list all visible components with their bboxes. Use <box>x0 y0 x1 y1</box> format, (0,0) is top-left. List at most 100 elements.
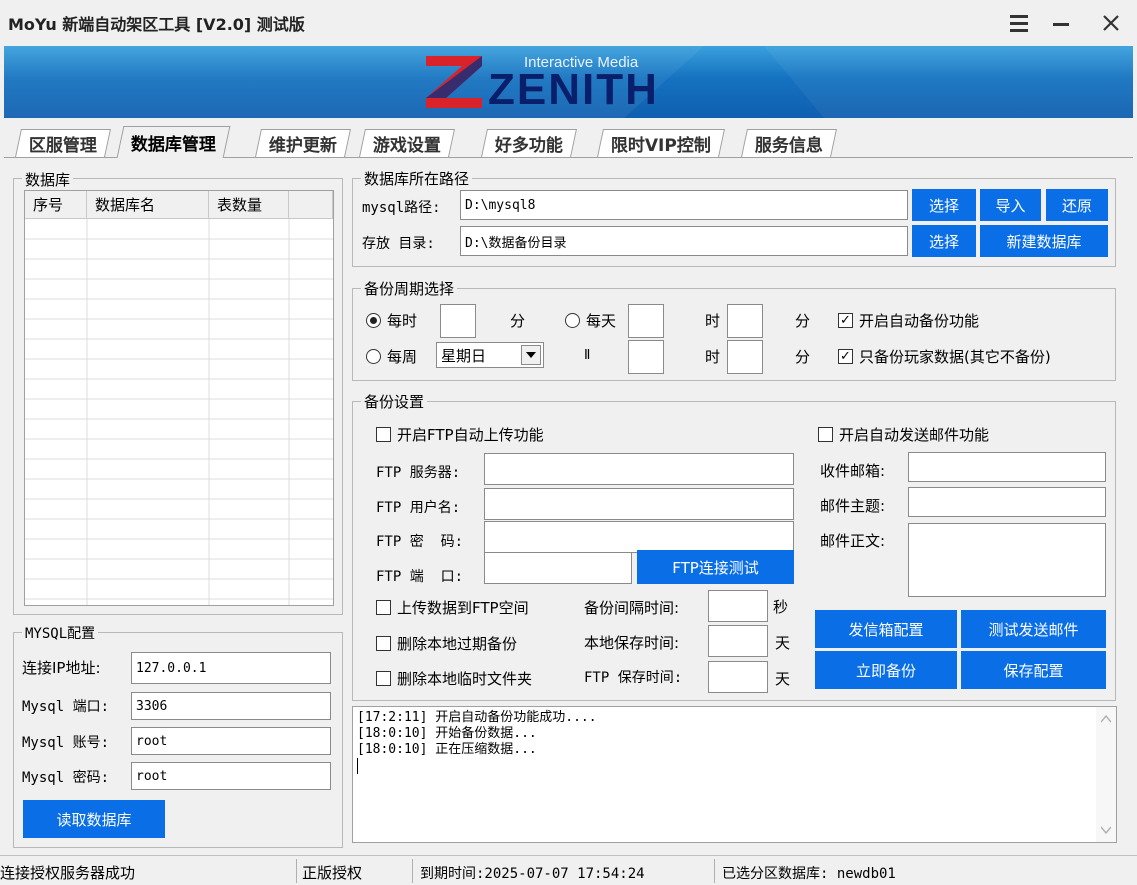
mail-body-textarea[interactable] <box>908 523 1106 597</box>
mail-to-label: 收件邮箱: <box>820 462 886 480</box>
password-label: Mysql 密码: <box>22 770 110 786</box>
ftp-server-input[interactable] <box>484 453 794 485</box>
daily-hour-input[interactable] <box>628 304 664 338</box>
checkbox-checked-icon: ✓ <box>838 313 853 328</box>
ftp-user-input[interactable] <box>484 488 794 520</box>
daily-hour-unit: 时 <box>705 312 721 330</box>
log-panel[interactable]: [17:2:11] 开启自动备份功能成功.... [18:0:10] 开始备份数… <box>352 706 1117 843</box>
text-cursor <box>357 758 358 774</box>
log-scrollbar[interactable] <box>1096 707 1116 842</box>
mail-body-label: 邮件正文: <box>820 532 886 550</box>
interval-label: 备份间隔时间: <box>584 599 680 617</box>
daily-minute-input[interactable] <box>727 304 763 338</box>
select-store-dir-button[interactable]: 选择 <box>912 225 976 257</box>
status-divider <box>296 859 297 883</box>
weekday-value: 星期日 <box>441 346 487 365</box>
hourly-minute-input[interactable] <box>440 304 476 338</box>
local-keep-label: 本地保存时间: <box>584 634 680 652</box>
mail-to-input[interactable] <box>908 452 1106 482</box>
log-line: [18:0:10] 开始备份数据... <box>357 726 537 741</box>
minimize-icon <box>1053 23 1069 26</box>
ftp-keep-unit: 天 <box>775 670 791 688</box>
user-input[interactable]: root <box>131 727 331 755</box>
checkbox-checked-icon: ✓ <box>838 349 853 364</box>
ftp-port-input[interactable] <box>484 552 632 584</box>
radio-selected-icon <box>366 313 381 328</box>
tab-server-manage[interactable]: 区服管理 <box>15 129 111 157</box>
zenith-z-logo-icon <box>426 56 482 108</box>
ftp-test-button[interactable]: FTP连接测试 <box>637 550 794 584</box>
delete-expired-checkbox[interactable]: 删除本地过期备份 <box>376 633 517 654</box>
port-input[interactable]: 3306 <box>131 692 331 720</box>
minimize-button[interactable] <box>1044 6 1078 40</box>
database-table[interactable]: 序号 数据库名 表数量 <box>24 190 334 606</box>
banner-brand: ZENITH <box>488 68 659 112</box>
menu-button[interactable] <box>1002 6 1036 40</box>
tab-game-settings[interactable]: 游戏设置 <box>359 129 455 157</box>
tab-database-manage[interactable]: 数据库管理 <box>116 126 231 158</box>
col-header-index[interactable]: 序号 <box>25 191 87 219</box>
col-header-tablecount[interactable]: 表数量 <box>209 191 289 219</box>
save-config-button[interactable]: 保存配置 <box>961 651 1106 689</box>
weekly-hour-input[interactable] <box>628 340 664 374</box>
select-mysql-path-button[interactable]: 选择 <box>912 189 976 221</box>
weekly-minute-input[interactable] <box>727 340 763 374</box>
mail-config-button[interactable]: 发信箱配置 <box>815 610 957 648</box>
database-group-label: 数据库 <box>22 169 74 190</box>
password-input[interactable]: root <box>131 762 331 790</box>
mail-enable-checkbox[interactable]: 开启自动发送邮件功能 <box>818 424 989 445</box>
player-only-checkbox[interactable]: ✓ 只备份玩家数据(其它不备份) <box>838 346 1051 367</box>
hourly-radio[interactable]: 每时 <box>366 310 417 331</box>
col-header-dbname[interactable]: 数据库名 <box>87 191 209 219</box>
store-dir-input[interactable]: D:\数据备份目录 <box>460 226 908 256</box>
log-line: [17:2:11] 开启自动备份功能成功.... <box>357 710 597 725</box>
local-keep-input[interactable] <box>708 625 768 657</box>
restore-button[interactable]: 还原 <box>1046 189 1108 221</box>
tab-maintenance[interactable]: 维护更新 <box>255 129 351 157</box>
upload-ftp-checkbox[interactable]: 上传数据到FTP空间 <box>376 597 529 618</box>
tab-more-features[interactable]: 好多功能 <box>481 129 577 157</box>
checkbox-icon <box>376 600 391 615</box>
weekly-radio[interactable]: 每周 <box>366 346 417 367</box>
delete-temp-checkbox[interactable]: 删除本地临时文件夹 <box>376 668 532 689</box>
weekday-select[interactable]: 星期日 <box>436 342 544 368</box>
daily-minute-unit: 分 <box>795 312 811 330</box>
interval-input[interactable] <box>708 590 768 622</box>
mail-subject-input[interactable] <box>908 487 1106 517</box>
ftp-pass-label: FTP 密 码: <box>376 534 464 550</box>
checkbox-icon <box>376 636 391 651</box>
status-divider <box>412 859 413 883</box>
close-button[interactable] <box>1094 6 1128 40</box>
store-dir-label: 存放 目录: <box>362 236 435 252</box>
close-icon <box>1103 15 1119 31</box>
new-database-button[interactable]: 新建数据库 <box>980 225 1108 257</box>
ip-input[interactable]: 127.0.0.1 <box>131 652 331 684</box>
status-connection: 连接授权服务器成功 <box>0 864 136 882</box>
radio-icon <box>366 349 381 364</box>
hamburger-icon <box>1010 15 1028 32</box>
tab-service-info[interactable]: 服务信息 <box>741 129 837 157</box>
test-mail-button[interactable]: 测试发送邮件 <box>961 610 1106 648</box>
banner: Interactive Media ZENITH <box>4 46 1133 118</box>
ftp-enable-checkbox[interactable]: 开启FTP自动上传功能 <box>376 424 544 445</box>
backup-now-button[interactable]: 立即备份 <box>815 651 957 689</box>
import-button[interactable]: 导入 <box>980 189 1041 221</box>
log-line: [18:0:10] 正在压缩数据... <box>357 742 537 757</box>
daily-radio[interactable]: 每天 <box>565 310 616 331</box>
weekly-hour-unit: 时 <box>705 348 721 366</box>
status-license: 正版授权 <box>302 864 363 882</box>
checkbox-icon <box>818 427 833 442</box>
ftp-pass-input[interactable] <box>484 521 794 553</box>
auto-backup-checkbox[interactable]: ✓ 开启自动备份功能 <box>838 310 979 331</box>
tab-vip-control[interactable]: 限时VIP控制 <box>597 129 725 157</box>
ftp-keep-input[interactable] <box>708 661 768 693</box>
ftp-port-label: FTP 端 口: <box>376 569 464 585</box>
window-title: MoYu 新端自动架区工具 [V2.0] 测试版 <box>8 15 305 34</box>
period-group-label: 备份周期选择 <box>361 278 458 299</box>
mysql-path-input[interactable]: D:\mysql8 <box>460 190 908 220</box>
chevron-down-icon[interactable] <box>521 345 541 365</box>
col-header-filler <box>289 191 333 219</box>
read-database-button[interactable]: 读取数据库 <box>23 800 165 838</box>
status-bar: 连接授权服务器成功 正版授权 到期时间:2025-07-07 17:54:24 … <box>0 855 1137 885</box>
backup-settings-label: 备份设置 <box>361 391 428 412</box>
